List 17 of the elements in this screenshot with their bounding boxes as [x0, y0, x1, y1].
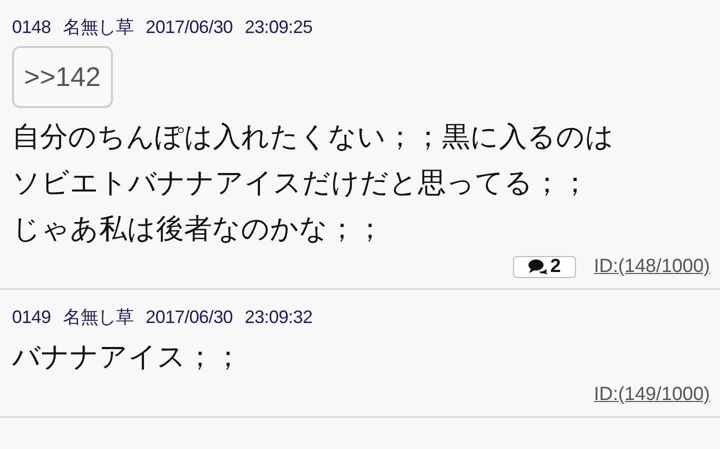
post-text-line: ソビエトバナナアイスだけだと思ってる；； [12, 165, 590, 201]
reply-anchor-button[interactable]: >>142 [12, 46, 113, 108]
post-id-link[interactable]: ID:(149/1000) [594, 382, 710, 408]
post-date: 2017/06/30 [146, 16, 233, 39]
post-number[interactable]: 0148 [12, 14, 51, 40]
poster-name: 名無し草 [62, 16, 134, 39]
post-time: 23:09:25 [244, 16, 312, 39]
post-id-link[interactable]: ID:(148/1000) [594, 254, 710, 280]
post-number[interactable]: 0149 [12, 304, 51, 330]
post-text-line: バナナアイス；； [12, 339, 243, 375]
poster-name: 名無し草 [62, 306, 134, 329]
post-time: 23:09:32 [244, 306, 312, 329]
replies-button[interactable]: 2 [513, 256, 576, 278]
speech-bubbles-icon [528, 259, 548, 275]
post-text-line: 自分のちんぽは入れたくない；；黒に入るのは [12, 119, 615, 155]
post-text-line: じゃあ私は後者なのかな；； [12, 211, 385, 247]
post-date: 2017/06/30 [146, 306, 233, 329]
